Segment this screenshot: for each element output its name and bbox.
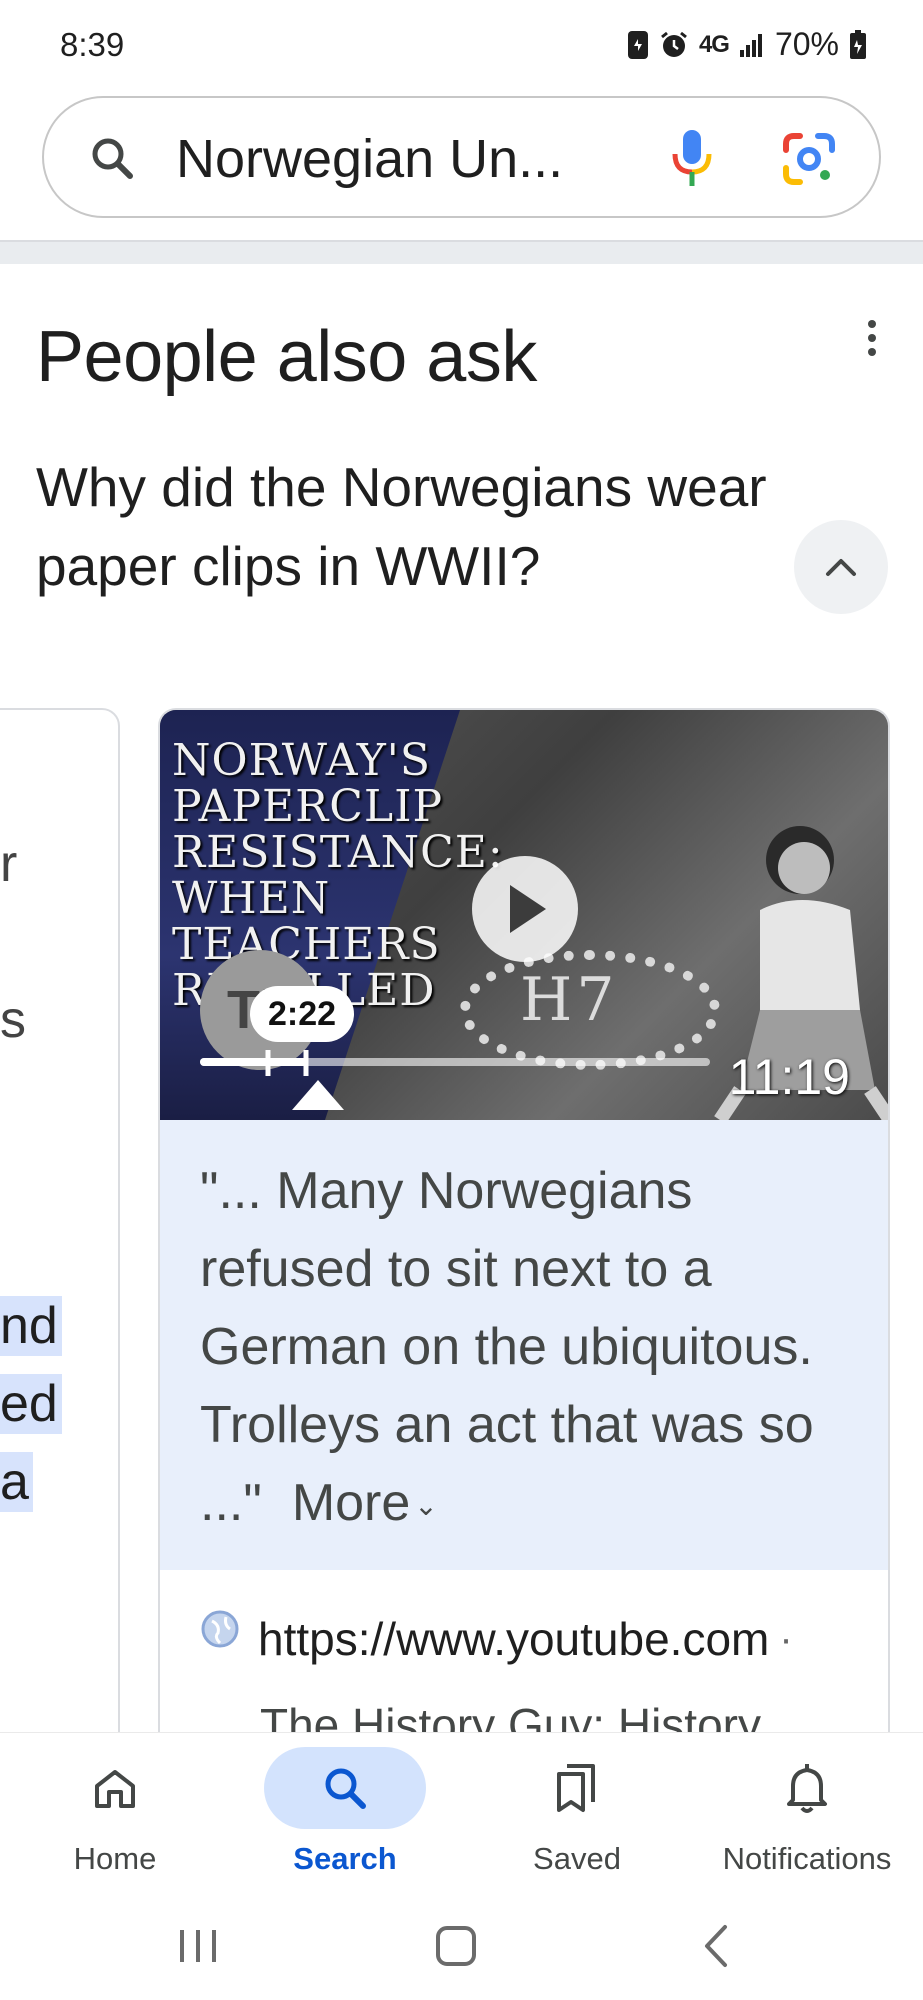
status-time: 8:39 — [60, 26, 125, 63]
text-fragment: a — [0, 1452, 33, 1512]
recents-button[interactable] — [168, 1918, 228, 1974]
nav-home[interactable]: Home — [0, 1733, 230, 1893]
text-fragment: ed — [0, 1374, 62, 1434]
nav-search[interactable]: Search — [230, 1733, 460, 1893]
chevron-up-icon — [826, 559, 856, 576]
section-title: People also ask — [36, 317, 537, 397]
video-thumbnail[interactable]: H7 Norway's Paperclip Resistance: When T… — [160, 710, 888, 1120]
collapse-button[interactable] — [794, 520, 888, 614]
system-nav — [0, 1892, 923, 2000]
back-button[interactable] — [686, 1918, 746, 1974]
nav-label: Home — [73, 1841, 157, 1876]
video-answer-card[interactable]: H7 Norway's Paperclip Resistance: When T… — [158, 708, 890, 1808]
recents-icon — [180, 1930, 216, 1962]
play-button[interactable] — [472, 856, 578, 962]
status-icons: 4G 70% — [627, 26, 867, 63]
source-url[interactable]: https://www.youtube.com — [258, 1612, 769, 1666]
home-button[interactable] — [426, 1918, 486, 1974]
text-fragment: nd — [0, 1296, 62, 1356]
globe-icon — [201, 1610, 239, 1648]
back-icon — [705, 1925, 727, 1967]
answer-card-previous[interactable]: r s nd ed a — [0, 708, 120, 1768]
nav-icon-container — [496, 1747, 658, 1829]
seek-pointer — [292, 1080, 344, 1110]
video-duration: 11:19 — [728, 1049, 850, 1105]
signal-icon — [739, 32, 765, 58]
status-bar: 8:39 4G 70% — [0, 0, 923, 96]
home-icon — [95, 1770, 135, 1808]
seek-handle[interactable] — [264, 1046, 310, 1080]
nav-saved[interactable]: Saved — [462, 1733, 692, 1893]
source-separator: · — [779, 1616, 793, 1661]
search-input[interactable]: Norwegian Un... — [176, 128, 563, 190]
more-vert-icon[interactable] — [862, 318, 882, 358]
more-label: More — [291, 1474, 411, 1532]
battery-icon — [849, 29, 867, 60]
mic-icon[interactable] — [666, 128, 718, 188]
question-heading[interactable]: Why did the Norwegians wear paper clips … — [36, 448, 776, 606]
chevron-down-icon: ⌄ — [414, 1490, 438, 1522]
nav-notifications[interactable]: Notifications — [692, 1733, 922, 1893]
lens-icon[interactable] — [782, 132, 836, 186]
search-icon — [92, 138, 133, 179]
home-square-icon — [436, 1926, 476, 1966]
data-saver-icon — [627, 30, 649, 60]
bookmarks-icon — [557, 1764, 595, 1812]
search-icon — [325, 1768, 366, 1809]
text-fragment: r — [0, 835, 18, 893]
bottom-nav: Home Search Saved Notifications — [0, 1732, 923, 1892]
nav-label: Search — [293, 1841, 397, 1876]
battery-percent: 70% — [774, 26, 839, 62]
search-bar[interactable]: Norwegian Un... — [42, 96, 881, 218]
network-type: 4G — [698, 30, 730, 58]
play-icon — [510, 885, 546, 933]
seek-time-bubble: 2:22 — [250, 986, 354, 1042]
nav-icon-container — [726, 1747, 888, 1829]
nav-label: Saved — [533, 1841, 621, 1876]
text-fragment: s — [0, 991, 26, 1049]
nav-icon-container — [34, 1747, 196, 1829]
section-divider — [0, 240, 923, 264]
nav-label: Notifications — [722, 1841, 892, 1876]
alarm-icon — [659, 30, 689, 60]
source-row[interactable]: https://www.youtube.com · — [200, 1610, 793, 1666]
video-snippet: "... Many Norwegians refused to sit next… — [160, 1120, 888, 1570]
bell-icon — [787, 1764, 827, 1813]
more-link[interactable]: More ⌄ — [292, 1474, 438, 1532]
nav-icon-container — [264, 1747, 426, 1829]
